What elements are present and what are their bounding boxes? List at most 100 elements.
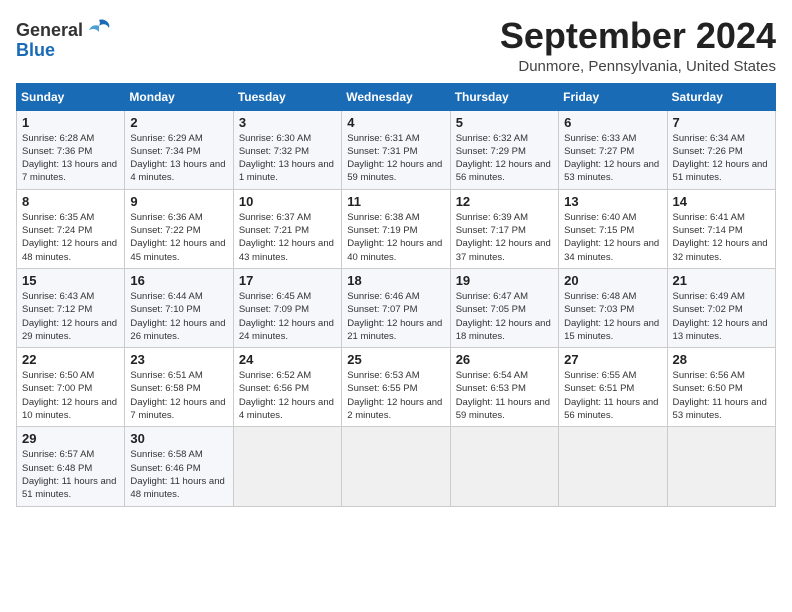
calendar-cell bbox=[559, 427, 667, 506]
calendar-cell: 29Sunrise: 6:57 AMSunset: 6:48 PMDayligh… bbox=[17, 427, 125, 506]
day-detail: Sunrise: 6:48 AMSunset: 7:03 PMDaylight:… bbox=[564, 290, 661, 343]
day-number: 15 bbox=[22, 273, 119, 288]
day-number: 30 bbox=[130, 431, 227, 446]
day-number: 9 bbox=[130, 194, 227, 209]
calendar-cell bbox=[450, 427, 558, 506]
calendar-cell: 1Sunrise: 6:28 AMSunset: 7:36 PMDaylight… bbox=[17, 110, 125, 189]
day-number: 17 bbox=[239, 273, 336, 288]
day-detail: Sunrise: 6:58 AMSunset: 6:46 PMDaylight:… bbox=[130, 448, 227, 501]
calendar-cell: 5Sunrise: 6:32 AMSunset: 7:29 PMDaylight… bbox=[450, 110, 558, 189]
day-detail: Sunrise: 6:49 AMSunset: 7:02 PMDaylight:… bbox=[673, 290, 770, 343]
day-detail: Sunrise: 6:52 AMSunset: 6:56 PMDaylight:… bbox=[239, 369, 336, 422]
day-number: 28 bbox=[673, 352, 770, 367]
calendar-cell: 13 Sunrise: 6:40 AMSunset: 7:15 PMDayligh… bbox=[559, 189, 667, 268]
calendar-cell: 4 Sunrise: 6:31 AMSunset: 7:31 PMDaylight… bbox=[342, 110, 450, 189]
page-header: General Blue September 2024 Dunmore, Pen… bbox=[16, 16, 776, 75]
calendar-cell: 21 Sunrise: 6:49 AMSunset: 7:02 PMDayligh… bbox=[667, 268, 775, 347]
day-number: 12 bbox=[456, 194, 553, 209]
calendar-cell bbox=[233, 427, 341, 506]
day-number: 25 bbox=[347, 352, 444, 367]
weekday-header-thursday: Thursday bbox=[450, 83, 558, 110]
day-number: 22 bbox=[22, 352, 119, 367]
day-detail: Sunrise: 6:54 AMSunset: 6:53 PMDaylight:… bbox=[456, 369, 553, 422]
day-detail: Sunrise: 6:56 AMSunset: 6:50 PMDaylight:… bbox=[673, 369, 770, 422]
day-detail: Sunrise: 6:57 AMSunset: 6:48 PMDaylight:… bbox=[22, 448, 119, 501]
day-number: 21 bbox=[673, 273, 770, 288]
day-number: 27 bbox=[564, 352, 661, 367]
calendar-cell: 9 Sunrise: 6:36 AMSunset: 7:22 PMDaylight… bbox=[125, 189, 233, 268]
calendar-cell: 2 Sunrise: 6:29 AMSunset: 7:34 PMDaylight… bbox=[125, 110, 233, 189]
weekday-header-tuesday: Tuesday bbox=[233, 83, 341, 110]
weekday-header-friday: Friday bbox=[559, 83, 667, 110]
title-block: September 2024 Dunmore, Pennsylvania, Un… bbox=[500, 16, 776, 75]
calendar-cell: 16 Sunrise: 6:44 AMSunset: 7:10 PMDayligh… bbox=[125, 268, 233, 347]
calendar-cell: 25 Sunrise: 6:53 AMSunset: 6:55 PMDayligh… bbox=[342, 348, 450, 427]
day-number: 2 bbox=[130, 115, 227, 130]
day-number: 19 bbox=[456, 273, 553, 288]
day-number: 16 bbox=[130, 273, 227, 288]
day-number: 4 bbox=[347, 115, 444, 130]
day-number: 10 bbox=[239, 194, 336, 209]
day-number: 3 bbox=[239, 115, 336, 130]
calendar-cell: 12 Sunrise: 6:39 AMSunset: 7:17 PMDayligh… bbox=[450, 189, 558, 268]
day-detail: Sunrise: 6:39 AMSunset: 7:17 PMDaylight:… bbox=[456, 211, 553, 264]
calendar-cell: 24 Sunrise: 6:52 AMSunset: 6:56 PMDayligh… bbox=[233, 348, 341, 427]
day-detail: Sunrise: 6:46 AMSunset: 7:07 PMDaylight:… bbox=[347, 290, 444, 343]
weekday-header-wednesday: Wednesday bbox=[342, 83, 450, 110]
day-number: 11 bbox=[347, 194, 444, 209]
day-detail: Sunrise: 6:55 AMSunset: 6:51 PMDaylight:… bbox=[564, 369, 661, 422]
day-number: 1 bbox=[22, 115, 119, 130]
day-number: 20 bbox=[564, 273, 661, 288]
calendar-cell: 30 Sunrise: 6:58 AMSunset: 6:46 PMDayligh… bbox=[125, 427, 233, 506]
calendar-cell: 15 Sunrise: 6:43 AMSunset: 7:12 PMDayligh… bbox=[17, 268, 125, 347]
logo-blue-text: Blue bbox=[16, 40, 55, 61]
calendar-cell: 23 Sunrise: 6:51 AMSunset: 6:58 PMDayligh… bbox=[125, 348, 233, 427]
logo: General Blue bbox=[16, 16, 113, 61]
day-number: 24 bbox=[239, 352, 336, 367]
day-number: 5 bbox=[456, 115, 553, 130]
day-number: 23 bbox=[130, 352, 227, 367]
weekday-header-saturday: Saturday bbox=[667, 83, 775, 110]
calendar-cell: 11 Sunrise: 6:38 AMSunset: 7:19 PMDayligh… bbox=[342, 189, 450, 268]
day-detail: Sunrise: 6:30 AMSunset: 7:32 PMDaylight:… bbox=[239, 132, 336, 185]
day-number: 13 bbox=[564, 194, 661, 209]
day-number: 14 bbox=[673, 194, 770, 209]
day-detail: Sunrise: 6:36 AMSunset: 7:22 PMDaylight:… bbox=[130, 211, 227, 264]
calendar-cell: 27 Sunrise: 6:55 AMSunset: 6:51 PMDayligh… bbox=[559, 348, 667, 427]
weekday-header-monday: Monday bbox=[125, 83, 233, 110]
day-detail: Sunrise: 6:37 AMSunset: 7:21 PMDaylight:… bbox=[239, 211, 336, 264]
day-detail: Sunrise: 6:40 AMSunset: 7:15 PMDaylight:… bbox=[564, 211, 661, 264]
day-detail: Sunrise: 6:44 AMSunset: 7:10 PMDaylight:… bbox=[130, 290, 227, 343]
calendar-cell: 18Sunrise: 6:46 AMSunset: 7:07 PMDayligh… bbox=[342, 268, 450, 347]
day-number: 6 bbox=[564, 115, 661, 130]
day-detail: Sunrise: 6:43 AMSunset: 7:12 PMDaylight:… bbox=[22, 290, 119, 343]
calendar-table: SundayMondayTuesdayWednesdayThursdayFrid… bbox=[16, 83, 776, 507]
calendar-cell: 8 Sunrise: 6:35 AMSunset: 7:24 PMDaylight… bbox=[17, 189, 125, 268]
day-detail: Sunrise: 6:53 AMSunset: 6:55 PMDaylight:… bbox=[347, 369, 444, 422]
calendar-cell: 20 Sunrise: 6:48 AMSunset: 7:03 PMDayligh… bbox=[559, 268, 667, 347]
day-detail: Sunrise: 6:51 AMSunset: 6:58 PMDaylight:… bbox=[130, 369, 227, 422]
day-detail: Sunrise: 6:35 AMSunset: 7:24 PMDaylight:… bbox=[22, 211, 119, 264]
calendar-cell: 6 Sunrise: 6:33 AMSunset: 7:27 PMDaylight… bbox=[559, 110, 667, 189]
calendar-cell: 26 Sunrise: 6:54 AMSunset: 6:53 PMDayligh… bbox=[450, 348, 558, 427]
location-title: Dunmore, Pennsylvania, United States bbox=[500, 58, 776, 75]
day-detail: Sunrise: 6:50 AMSunset: 7:00 PMDaylight:… bbox=[22, 369, 119, 422]
day-number: 26 bbox=[456, 352, 553, 367]
day-detail: Sunrise: 6:34 AMSunset: 7:26 PMDaylight:… bbox=[673, 132, 770, 185]
calendar-cell: 19 Sunrise: 6:47 AMSunset: 7:05 PMDayligh… bbox=[450, 268, 558, 347]
calendar-cell: 28 Sunrise: 6:56 AMSunset: 6:50 PMDayligh… bbox=[667, 348, 775, 427]
day-number: 8 bbox=[22, 194, 119, 209]
day-detail: Sunrise: 6:33 AMSunset: 7:27 PMDaylight:… bbox=[564, 132, 661, 185]
day-detail: Sunrise: 6:45 AMSunset: 7:09 PMDaylight:… bbox=[239, 290, 336, 343]
day-detail: Sunrise: 6:31 AMSunset: 7:31 PMDaylight:… bbox=[347, 132, 444, 185]
month-title: September 2024 bbox=[500, 16, 776, 56]
day-detail: Sunrise: 6:38 AMSunset: 7:19 PMDaylight:… bbox=[347, 211, 444, 264]
logo-general-text: General bbox=[16, 20, 83, 41]
calendar-cell: 3 Sunrise: 6:30 AMSunset: 7:32 PMDaylight… bbox=[233, 110, 341, 189]
day-detail: Sunrise: 6:41 AMSunset: 7:14 PMDaylight:… bbox=[673, 211, 770, 264]
calendar-cell: 7Sunrise: 6:34 AMSunset: 7:26 PMDaylight… bbox=[667, 110, 775, 189]
logo-bird-icon bbox=[85, 16, 113, 44]
calendar-cell bbox=[342, 427, 450, 506]
day-detail: Sunrise: 6:29 AMSunset: 7:34 PMDaylight:… bbox=[130, 132, 227, 185]
day-detail: Sunrise: 6:47 AMSunset: 7:05 PMDaylight:… bbox=[456, 290, 553, 343]
